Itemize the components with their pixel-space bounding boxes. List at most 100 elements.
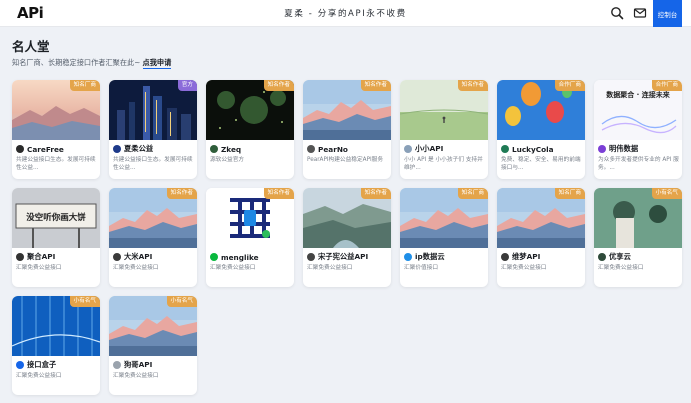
- card-description: 汇聚免费公益接口: [307, 265, 353, 271]
- card-name: ip数据云: [415, 252, 445, 261]
- page-description: 知名厂商、长期稳定接口作者汇聚在此~ 点我申请: [12, 58, 172, 69]
- page-title: 名人堂: [12, 39, 50, 54]
- card-description: 汇聚免费公益接口: [598, 265, 644, 271]
- card-badge: 合作厂商: [554, 80, 585, 91]
- card-title-row: 维梦API: [501, 252, 540, 262]
- author-card[interactable]: 知名厂商 CareFree 共建公益接口生态。发展可持续性公益...: [12, 80, 100, 179]
- author-card[interactable]: 小有名气 接口盒子 汇聚免费公益接口: [12, 296, 100, 395]
- card-name: 夏柔公益: [124, 144, 154, 153]
- card-avatar: [113, 145, 121, 153]
- card-avatar: [113, 253, 121, 261]
- card-name: 小小API: [415, 144, 444, 153]
- author-card[interactable]: 小有名气狗哥API 汇聚免费公益接口: [109, 296, 197, 395]
- card-badge: 小有名气: [651, 188, 682, 199]
- author-card[interactable]: 知名作者小小API 小小 API 是 小小孩子们 支持并维护...: [400, 80, 488, 179]
- card-name: 接口盒子: [27, 360, 57, 369]
- card-badge: 知名厂商: [69, 80, 100, 91]
- card-avatar: [210, 253, 218, 261]
- card-title-row: 夏柔公益: [113, 144, 153, 154]
- author-card[interactable]: 知名作者 大米API 汇聚免费公益接口: [109, 188, 197, 287]
- card-name: 大米API: [124, 252, 153, 261]
- card-description: 汇聚免费公益接口: [113, 265, 159, 271]
- card-badge: 知名厂商: [457, 188, 488, 199]
- card-title-row: 接口盒子: [16, 360, 56, 370]
- author-card[interactable]: 数据聚合 · 连接未来 合作厂商明伟数据为众多开发者提供专业的 API 服务。..…: [594, 80, 682, 179]
- card-description: 汇聚免费公益接口: [113, 373, 159, 379]
- author-card[interactable]: 官方夏柔公益共建公益接口生态。发展可持续性公益...: [109, 80, 197, 179]
- card-title-row: CareFree: [16, 144, 64, 154]
- card-badge: 合作厂商: [651, 80, 682, 91]
- card-name: 维梦API: [512, 252, 541, 261]
- author-card[interactable]: 知名作者宋子宪公益API 汇聚免费公益接口: [303, 188, 391, 287]
- card-badge: 知名作者: [263, 80, 294, 91]
- card-description: 共建公益接口生态。发展可持续性公益...: [113, 157, 193, 171]
- card-avatar: [404, 145, 412, 153]
- card-badge: 知名厂商: [554, 188, 585, 199]
- card-title-row: 狗哥API: [113, 360, 152, 370]
- card-badge: 知名作者: [360, 80, 391, 91]
- author-card[interactable]: 知名厂商 维梦API 汇聚免费公益接口: [497, 188, 585, 287]
- card-badge: 官方: [177, 80, 197, 91]
- author-card[interactable]: 小有名气优享云汇聚免费公益接口: [594, 188, 682, 287]
- card-avatar: [501, 253, 509, 261]
- author-card[interactable]: 知名作者 menglike 汇聚免费公益接口: [206, 188, 294, 287]
- card-avatar: [210, 145, 218, 153]
- description-text: 知名厂商、长期稳定接口作者汇聚在此~: [12, 58, 141, 67]
- author-card[interactable]: 合作厂商 LuckyCola 免费、稳定、安全、易用的前端接口与...: [497, 80, 585, 179]
- card-name: menglike: [221, 252, 259, 262]
- card-badge: 知名作者: [263, 188, 294, 199]
- card-title-row: ip数据云: [404, 252, 445, 262]
- card-description: 汇聚免费公益接口: [16, 265, 62, 271]
- console-button[interactable]: 控制台: [653, 0, 682, 27]
- card-description: PearAPI构建公益稳定API服务: [307, 157, 384, 163]
- card-title-row: Zkeq: [210, 144, 241, 154]
- author-card[interactable]: 没空听你画大饼 聚合API 汇聚免费公益接口: [12, 188, 100, 287]
- card-name: 狗哥API: [124, 360, 153, 369]
- card-thumbnail: 没空听你画大饼: [12, 188, 100, 248]
- card-avatar: [113, 361, 121, 369]
- card-title-row: menglike: [210, 252, 259, 262]
- mail-icon[interactable]: [633, 6, 647, 20]
- card-name: Zkeq: [221, 144, 242, 154]
- card-title-row: PearNo: [307, 144, 348, 154]
- card-title-row: LuckyCola: [501, 144, 554, 154]
- card-name: 宋子宪公益API: [318, 252, 369, 261]
- card-title-row: 宋子宪公益API: [307, 252, 368, 262]
- card-title-row: 明伟数据: [598, 144, 638, 154]
- card-badge: 小有名气: [166, 296, 197, 307]
- card-avatar: [307, 253, 315, 261]
- card-description: 为众多开发者提供专业的 API 服务。...: [598, 157, 679, 171]
- card-avatar: [501, 145, 509, 153]
- card-badge: 知名作者: [457, 80, 488, 91]
- site-tagline: 夏柔 - 分享的API永不收费: [284, 9, 407, 19]
- card-avatar: [307, 145, 315, 153]
- card-badge: 知名作者: [360, 188, 391, 199]
- svg-text:没空听你画大饼: 没空听你画大饼: [26, 212, 86, 223]
- card-avatar: [404, 253, 412, 261]
- card-avatar: [16, 361, 24, 369]
- author-card[interactable]: 知名作者 PearNo PearAPI构建公益稳定API服务: [303, 80, 391, 179]
- card-title-row: 优享云: [598, 252, 631, 262]
- card-avatar: [598, 145, 606, 153]
- card-description: 汇聚免费公益接口: [210, 265, 256, 271]
- card-name: CareFree: [27, 144, 64, 154]
- card-avatar: [16, 253, 24, 261]
- card-description: 共建公益接口生态。发展可持续性公益...: [16, 157, 96, 171]
- card-description: 源软公益官方: [210, 157, 245, 163]
- search-icon[interactable]: [610, 6, 624, 20]
- card-name: PearNo: [318, 144, 348, 154]
- card-name: 优享云: [609, 252, 631, 261]
- author-card[interactable]: 知名作者 Zkeq 源软公益官方: [206, 80, 294, 179]
- svg-text:数据聚合 · 连接未来: 数据聚合 · 连接未来: [606, 90, 671, 99]
- card-description: 汇聚价值接口: [404, 265, 439, 271]
- author-card[interactable]: 知名厂商 ip数据云汇聚价值接口: [400, 188, 488, 287]
- card-name: LuckyCola: [512, 144, 554, 154]
- card-description: 免费、稳定、安全、易用的前端接口与...: [501, 157, 581, 171]
- card-name: 聚合API: [27, 252, 56, 261]
- card-name: 明伟数据: [609, 144, 639, 153]
- card-description: 小小 API 是 小小孩子们 支持并维护...: [404, 157, 483, 171]
- top-nav-bar: APi 夏柔 - 分享的API永不收费 控制台: [0, 0, 691, 27]
- apply-link[interactable]: 点我申请: [142, 58, 172, 69]
- card-badge: 小有名气: [69, 296, 100, 307]
- card-title-row: 小小API: [404, 144, 443, 154]
